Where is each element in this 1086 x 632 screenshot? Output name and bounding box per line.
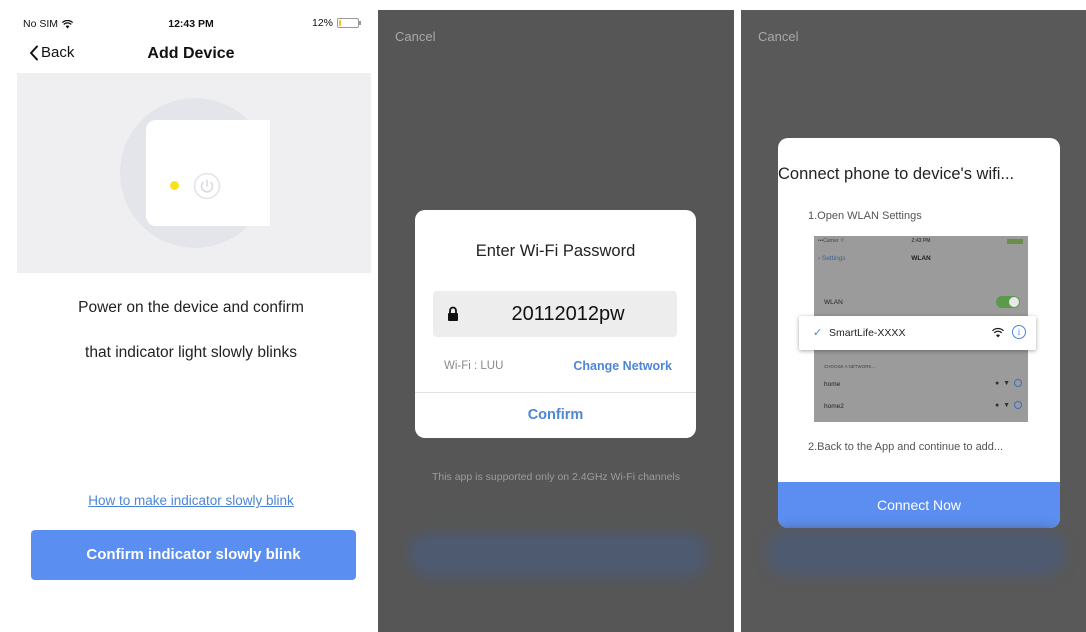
shot-section-header: CHOOSE A NETWORK... xyxy=(824,364,876,369)
info-icon xyxy=(1014,401,1022,409)
cancel-button[interactable]: Cancel xyxy=(758,29,798,44)
device-circle xyxy=(120,98,270,248)
blurred-button xyxy=(766,530,1066,576)
wifi-password-screen: Cancel Enter Wi-Fi Password 20112012pw W… xyxy=(378,10,734,632)
shot-network-row: home2 ● ▼ xyxy=(814,396,1028,416)
shot-title: WLAN xyxy=(911,255,931,262)
panel-divider xyxy=(371,10,378,632)
card-title: Connect phone to device's wifi... xyxy=(778,165,1015,183)
confirm-button[interactable]: Confirm xyxy=(415,392,696,438)
ssid-name: SmartLife-XXXX xyxy=(829,327,906,339)
battery-icon xyxy=(337,18,361,28)
help-link[interactable]: How to make indicator slowly blink xyxy=(11,493,371,508)
shot-wlan-row: WLAN xyxy=(814,292,1028,312)
wifi-password-dialog: Enter Wi-Fi Password 20112012pw Wi-Fi : … xyxy=(415,210,696,438)
connect-guide-card: Connect phone to device's wifi... 1.Open… xyxy=(778,138,1060,528)
wifi-icon xyxy=(992,327,1004,338)
connect-wifi-screen: Cancel Connect phone to device's wifi...… xyxy=(741,10,1086,632)
power-icon xyxy=(193,172,221,200)
status-bar: No SIM 12:43 PM 12% xyxy=(11,10,371,36)
check-icon: ✓ xyxy=(813,327,823,339)
device-illustration xyxy=(17,73,371,273)
device-body xyxy=(146,120,270,226)
shot-network-row: home ● ▼ xyxy=(814,374,1028,394)
change-network-link[interactable]: Change Network xyxy=(573,359,672,373)
panel-divider xyxy=(734,10,741,632)
cancel-button[interactable]: Cancel xyxy=(395,29,435,44)
connect-now-button[interactable]: Connect Now xyxy=(778,482,1060,528)
password-value: 20112012pw xyxy=(511,303,625,325)
support-note: This app is supported only on 2.4GHz Wi-… xyxy=(431,471,681,483)
instruction-line-2: that indicator light slowly blinks xyxy=(85,344,297,361)
instruction-line-1: Power on the device and confirm xyxy=(78,299,304,316)
step-2-text: 2.Back to the App and continue to add... xyxy=(808,441,1004,453)
battery-level xyxy=(339,20,341,26)
indicator-light xyxy=(170,181,179,190)
nav-bar: Back Add Device xyxy=(11,40,371,70)
confirm-blink-button[interactable]: Confirm indicator slowly blink xyxy=(31,530,356,580)
password-field[interactable]: 20112012pw xyxy=(433,291,677,337)
battery-percent: 12% xyxy=(311,17,333,29)
lock-icon xyxy=(448,306,458,321)
toggle-icon xyxy=(996,296,1020,308)
page-title: Add Device xyxy=(147,45,235,62)
add-device-screen: No SIM 12:43 PM 12% Back Add Device Powe… xyxy=(11,10,371,632)
info-icon: i xyxy=(1012,325,1026,339)
wifi-network-label: Wi-Fi : LUU xyxy=(444,360,504,372)
ssid-highlight-row: ✓ SmartLife-XXXX i xyxy=(799,316,1036,350)
battery-icon xyxy=(1007,239,1023,244)
dialog-title: Enter Wi-Fi Password xyxy=(475,242,636,260)
blurred-button xyxy=(408,532,708,578)
shot-time: 2:43 PM xyxy=(911,238,931,244)
info-icon xyxy=(1014,379,1022,387)
step-1-text: 1.Open WLAN Settings xyxy=(808,210,922,222)
